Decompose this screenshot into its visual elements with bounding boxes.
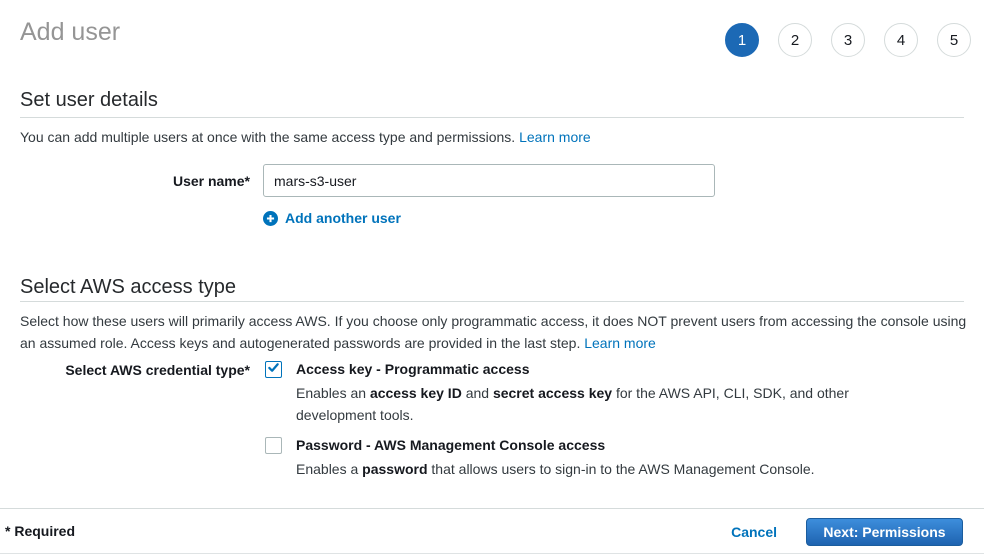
password-option-title: Password - AWS Management Console access (296, 436, 856, 454)
learn-more-link-user-details[interactable]: Learn more (519, 129, 591, 145)
desc-segment: Enables an (296, 385, 370, 401)
add-another-user-label: Add another user (285, 210, 401, 226)
wizard-step-number: 1 (738, 32, 746, 49)
checkmark-icon (267, 361, 280, 379)
access-key-option-description: Enables an access key ID and secret acce… (296, 382, 856, 426)
wizard-step-5: 5 (937, 23, 971, 57)
credential-type-label: Select AWS credential type* (20, 362, 250, 378)
username-label: User name* (20, 173, 250, 189)
add-another-user-button[interactable]: Add another user (263, 210, 401, 226)
required-note: * Required (5, 523, 75, 539)
wizard-step-number: 5 (950, 32, 958, 49)
desc-segment-bold: password (362, 461, 427, 477)
password-option-description: Enables a password that allows users to … (296, 458, 856, 480)
wizard-step-number: 2 (791, 32, 799, 49)
access-key-option: Access key - Programmatic access Enables… (265, 360, 856, 426)
add-user-page: Add user 1 2 3 4 5 Set user details You … (0, 0, 984, 556)
section-heading-user-details: Set user details (20, 88, 964, 118)
wizard-step-2: 2 (778, 23, 812, 57)
learn-more-link-access-type[interactable]: Learn more (584, 335, 656, 351)
desc-segment: and (462, 385, 493, 401)
access-key-checkbox[interactable] (265, 361, 282, 378)
wizard-steps: 1 2 3 4 5 (725, 23, 971, 57)
page-bottom-border (0, 553, 984, 554)
access-type-intro-text: Select how these users will primarily ac… (20, 313, 966, 351)
wizard-step-number: 3 (844, 32, 852, 49)
page-title: Add user (20, 18, 120, 47)
footer-divider (0, 508, 984, 509)
desc-segment-bold: access key ID (370, 385, 462, 401)
wizard-step-1: 1 (725, 23, 759, 57)
user-details-intro: You can add multiple users at once with … (20, 126, 591, 148)
plus-circle-icon (263, 211, 278, 226)
wizard-step-number: 4 (897, 32, 905, 49)
cancel-button[interactable]: Cancel (731, 524, 777, 540)
section-heading-access-type: Select AWS access type (20, 276, 964, 302)
user-details-intro-text: You can add multiple users at once with … (20, 129, 515, 145)
wizard-step-3: 3 (831, 23, 865, 57)
access-key-option-content: Access key - Programmatic access Enables… (296, 360, 856, 426)
desc-segment: that allows users to sign-in to the AWS … (428, 461, 815, 477)
next-permissions-button[interactable]: Next: Permissions (806, 518, 963, 546)
password-option: Password - AWS Management Console access… (265, 436, 856, 480)
password-checkbox[interactable] (265, 437, 282, 454)
wizard-step-4: 4 (884, 23, 918, 57)
username-input[interactable] (263, 164, 715, 197)
access-type-intro: Select how these users will primarily ac… (20, 310, 976, 354)
desc-segment: Enables a (296, 461, 362, 477)
password-option-content: Password - AWS Management Console access… (296, 436, 856, 480)
desc-segment-bold: secret access key (493, 385, 612, 401)
access-key-option-title: Access key - Programmatic access (296, 360, 856, 378)
